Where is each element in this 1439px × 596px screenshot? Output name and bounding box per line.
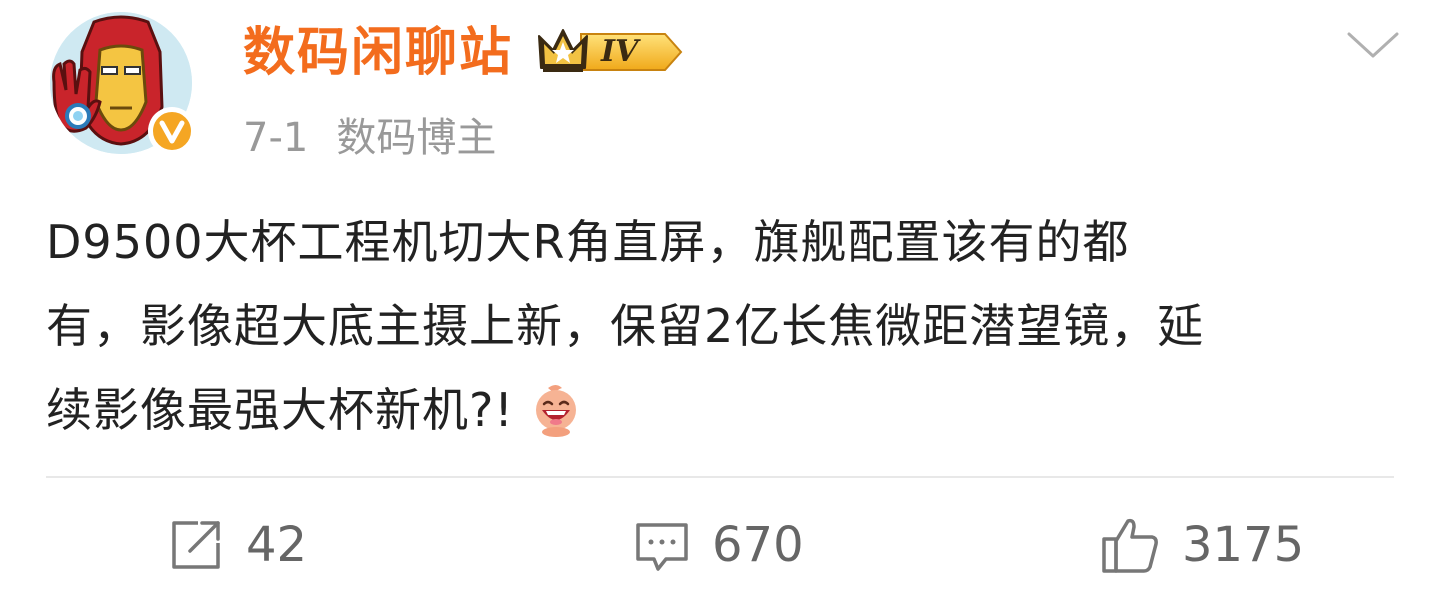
thumbs-up-icon [1100, 515, 1160, 575]
like-count: 3175 [1182, 517, 1305, 573]
like-button[interactable]: 3175 [1100, 510, 1304, 580]
laughing-face-emoji-icon [528, 380, 584, 437]
post-content: D9500大杯工程机切大R角直屏，旗舰配置该有的都 有，影像超大底主摄上新，保留… [46, 200, 1396, 452]
comment-icon [634, 517, 690, 573]
post-text-line-text: 续影像最强大杯新机?! [46, 383, 514, 437]
post-text-line: 续影像最强大杯新机?! [46, 368, 1396, 452]
post-text-line: 有，影像超大底主摄上新，保留2亿长焦微距潜望镜，延 [46, 299, 1205, 353]
weibo-post: 数码闲聊站 IV 7-1 数码博主 D9500大杯工程机切大R角直屏，旗舰配置该… [0, 0, 1439, 596]
comment-count: 670 [712, 517, 804, 573]
author-name[interactable]: 数码闲聊站 [243, 18, 513, 88]
level-badge-icon[interactable]: IV [537, 24, 685, 80]
repost-button[interactable]: 42 [168, 510, 307, 580]
post-date[interactable]: 7-1 [243, 115, 308, 161]
divider [46, 476, 1394, 478]
author-category: 数码博主 [336, 115, 497, 161]
author-avatar[interactable] [50, 12, 196, 155]
share-icon [168, 517, 224, 573]
level-badge-label: IV [601, 34, 639, 69]
repost-count: 42 [246, 517, 308, 573]
post-text-line: D9500大杯工程机切大R角直屏，旗舰配置该有的都 [46, 215, 1130, 269]
post-meta: 7-1 数码博主 [243, 110, 496, 166]
chevron-down-icon[interactable] [1345, 28, 1401, 62]
verified-badge-icon [146, 105, 198, 157]
comment-button[interactable]: 670 [634, 510, 804, 580]
